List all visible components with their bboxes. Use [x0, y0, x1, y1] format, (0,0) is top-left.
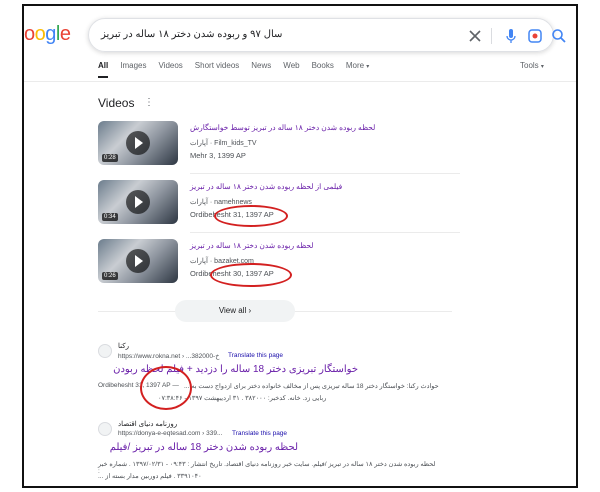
tab-more-label: More	[345, 61, 365, 70]
tab-videos[interactable]: Videos	[158, 61, 182, 70]
more-options-icon[interactable]: ⋮	[144, 97, 154, 108]
divider	[491, 28, 492, 44]
video-title[interactable]: لحظه ربوده شدن دختر ۱۸ ساله در تبریز توس…	[190, 123, 375, 132]
tab-books[interactable]: Books	[312, 61, 334, 70]
screenshot-frame: oogle سال ۹۷ و ربوده شدن دختر ۱۸ ساله در…	[22, 4, 578, 488]
video-duration: 0:26	[102, 272, 118, 280]
video-date: Mehr 3, 1399 AP	[190, 151, 246, 160]
search-icon[interactable]	[549, 26, 569, 46]
view-all-button[interactable]: View all ›	[175, 300, 295, 322]
caret-down-icon: ▾	[540, 64, 544, 70]
divider	[190, 232, 460, 233]
result-snippet: حوادث رکنا: خواستگار دختر 18 ساله تبریزی…	[184, 383, 439, 390]
header-divider	[24, 81, 576, 82]
tab-all[interactable]: All	[98, 61, 108, 70]
video-thumbnail[interactable]: 0:28	[98, 121, 178, 165]
video-thumbnail[interactable]: 0:34	[98, 180, 178, 224]
site-favicon	[98, 422, 112, 436]
result-snippet: ربایی زد. خانه. کدخبر: ۳۸۲۰۰۰ . ۳۱ اردیب…	[158, 395, 327, 402]
translate-link[interactable]: Translate this page	[228, 352, 283, 359]
search-result: روزنامه دنیای اقتصاد https://donya-e-eqt…	[98, 420, 518, 486]
video-duration: 0:34	[102, 213, 118, 221]
annotation-circle	[140, 366, 192, 410]
search-tabs: All Images Videos Short videos News Web …	[98, 61, 381, 70]
tools-button[interactable]: Tools ▾	[520, 61, 544, 70]
tab-more[interactable]: More ▾	[346, 61, 369, 70]
video-thumbnail[interactable]: 0:26	[98, 239, 178, 283]
tab-web[interactable]: Web	[283, 61, 299, 70]
lens-icon[interactable]	[525, 26, 545, 46]
result-title[interactable]: لحظه ربوده شدن دختر 18 ساله در تبریز /فی…	[98, 442, 298, 453]
video-source: آپارات · Film_kids_TV	[190, 140, 257, 147]
active-tab-indicator	[98, 76, 108, 78]
videos-heading: Videos	[98, 96, 135, 110]
caret-down-icon: ▾	[366, 64, 370, 70]
video-title[interactable]: فیلمی از لحظه ربوده شدن دختر ۱۸ ساله در …	[190, 182, 342, 191]
annotation-circle	[214, 205, 288, 227]
video-result[interactable]: 0:28 لحظه ربوده شدن دختر ۱۸ ساله در تبری…	[98, 121, 460, 176]
video-duration: 0:28	[102, 154, 118, 162]
chevron-right-icon: ›	[248, 306, 252, 315]
microphone-icon[interactable]	[501, 26, 521, 46]
search-input[interactable]: سال ۹۷ و ربوده شدن دختر ۱۸ ساله در تبریز	[101, 29, 431, 40]
play-icon	[126, 190, 150, 214]
play-icon	[126, 249, 150, 273]
site-name: رکنا	[118, 343, 129, 350]
result-url[interactable]: https://www.rokna.net › ...ﺥ-382000	[118, 352, 219, 360]
site-name: روزنامه دنیای اقتصاد	[118, 421, 178, 428]
video-title[interactable]: لحظه ربوده شدن دختر ۱۸ ساله در تبریز	[190, 241, 313, 250]
play-icon	[126, 131, 150, 155]
annotation-circle	[210, 263, 292, 287]
view-all-label: View all	[218, 306, 247, 315]
google-logo[interactable]: oogle	[24, 23, 71, 46]
clear-icon[interactable]	[465, 26, 485, 46]
result-url[interactable]: https://donya-e-eqtesad.com › 339...	[118, 430, 222, 437]
divider	[190, 173, 460, 174]
tab-news[interactable]: News	[251, 61, 271, 70]
tab-short-videos[interactable]: Short videos	[195, 61, 239, 70]
site-favicon	[98, 344, 112, 358]
result-title[interactable]: خواستگار تبریزی دختر 18 ساله را دزدید + …	[98, 364, 358, 375]
translate-link[interactable]: Translate this page	[232, 430, 287, 437]
tools-label: Tools	[520, 61, 539, 70]
search-box[interactable]: سال ۹۷ و ربوده شدن دختر ۱۸ ساله در تبریز	[88, 18, 566, 52]
tab-images[interactable]: Images	[120, 61, 146, 70]
result-snippet: ۳۳۹۱۰۴۰ . فیلم دوربین مدار بسته از ...	[98, 473, 202, 480]
